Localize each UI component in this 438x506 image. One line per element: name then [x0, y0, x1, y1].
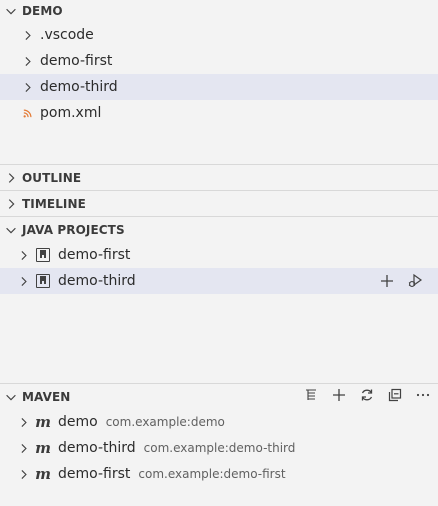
maven-header-actions — [300, 384, 434, 406]
chevron-right-icon — [14, 246, 32, 264]
maven-section-header[interactable]: MAVEN — [0, 384, 438, 409]
chevron-right-icon — [18, 26, 36, 44]
chevron-down-icon — [0, 386, 22, 408]
maven-project-demo[interactable]: m demo com.example:demo — [0, 409, 438, 435]
tree-item-label: .vscode — [40, 27, 94, 43]
java-projects-section-header[interactable]: JAVA PROJECTS — [0, 217, 438, 242]
java-project-label: demo-first — [58, 247, 131, 263]
rss-icon — [18, 104, 36, 122]
tree-item-demo-third[interactable]: demo-third — [0, 74, 438, 100]
java-projects-empty-space — [0, 294, 438, 383]
maven-project-label: demo-third — [58, 440, 136, 456]
maven-project-demo-first[interactable]: m demo-first com.example:demo-first — [0, 461, 438, 487]
timeline-section-header[interactable]: TIMELINE — [0, 191, 438, 216]
java-project-demo-third[interactable]: demo-third — [0, 268, 438, 294]
chevron-down-icon — [0, 219, 22, 241]
outline-title: OUTLINE — [22, 170, 82, 185]
maven-project-coordinates: com.example:demo-first — [138, 467, 286, 481]
java-project-demo-first[interactable]: demo-first — [0, 242, 438, 268]
add-icon[interactable] — [376, 270, 398, 292]
tree-item-demo-first[interactable]: demo-first — [0, 48, 438, 74]
maven-m-icon: m — [35, 439, 51, 457]
java-projects-title: JAVA PROJECTS — [22, 222, 125, 237]
row-actions — [376, 268, 426, 294]
chevron-right-icon — [14, 465, 32, 483]
sidebar-panel: DEMO .vscode demo-first demo-third pom.x… — [0, 0, 438, 506]
timeline-title: TIMELINE — [22, 196, 86, 211]
maven-project-demo-third[interactable]: m demo-third com.example:demo-third — [0, 435, 438, 461]
java-project-label: demo-third — [58, 273, 136, 289]
maven-project-coordinates: com.example:demo — [105, 415, 225, 429]
chevron-right-icon — [14, 272, 32, 290]
maven-title: MAVEN — [22, 389, 71, 404]
tree-item-label: demo-third — [40, 79, 118, 95]
tree-item-vscode[interactable]: .vscode — [0, 22, 438, 48]
chevron-right-icon — [0, 167, 22, 189]
maven-m-icon: m — [35, 465, 51, 483]
chevron-right-icon — [14, 413, 32, 431]
chevron-right-icon — [0, 193, 22, 215]
hierarchy-view-icon[interactable] — [300, 384, 322, 406]
explorer-title: DEMO — [22, 4, 63, 18]
tree-item-label: pom.xml — [40, 105, 102, 121]
project-icon — [36, 274, 50, 288]
maven-m-icon: m — [35, 413, 51, 431]
chevron-right-icon — [14, 439, 32, 457]
tree-item-label: demo-first — [40, 53, 113, 69]
maven-project-label: demo-first — [58, 466, 131, 482]
more-actions-icon[interactable] — [412, 384, 434, 406]
add-icon[interactable] — [328, 384, 350, 406]
maven-project-label: demo — [58, 414, 98, 430]
collapse-all-icon[interactable] — [384, 384, 406, 406]
run-debug-icon[interactable] — [404, 270, 426, 292]
refresh-icon[interactable] — [356, 384, 378, 406]
chevron-down-icon — [0, 0, 22, 22]
maven-project-coordinates: com.example:demo-third — [143, 441, 296, 455]
explorer-section-header[interactable]: DEMO — [0, 0, 438, 22]
chevron-right-icon — [18, 78, 36, 96]
outline-section-header[interactable]: OUTLINE — [0, 165, 438, 190]
tree-item-pom-xml[interactable]: pom.xml — [0, 100, 438, 126]
explorer-empty-space — [0, 126, 438, 164]
chevron-right-icon — [18, 52, 36, 70]
project-icon — [36, 248, 50, 262]
